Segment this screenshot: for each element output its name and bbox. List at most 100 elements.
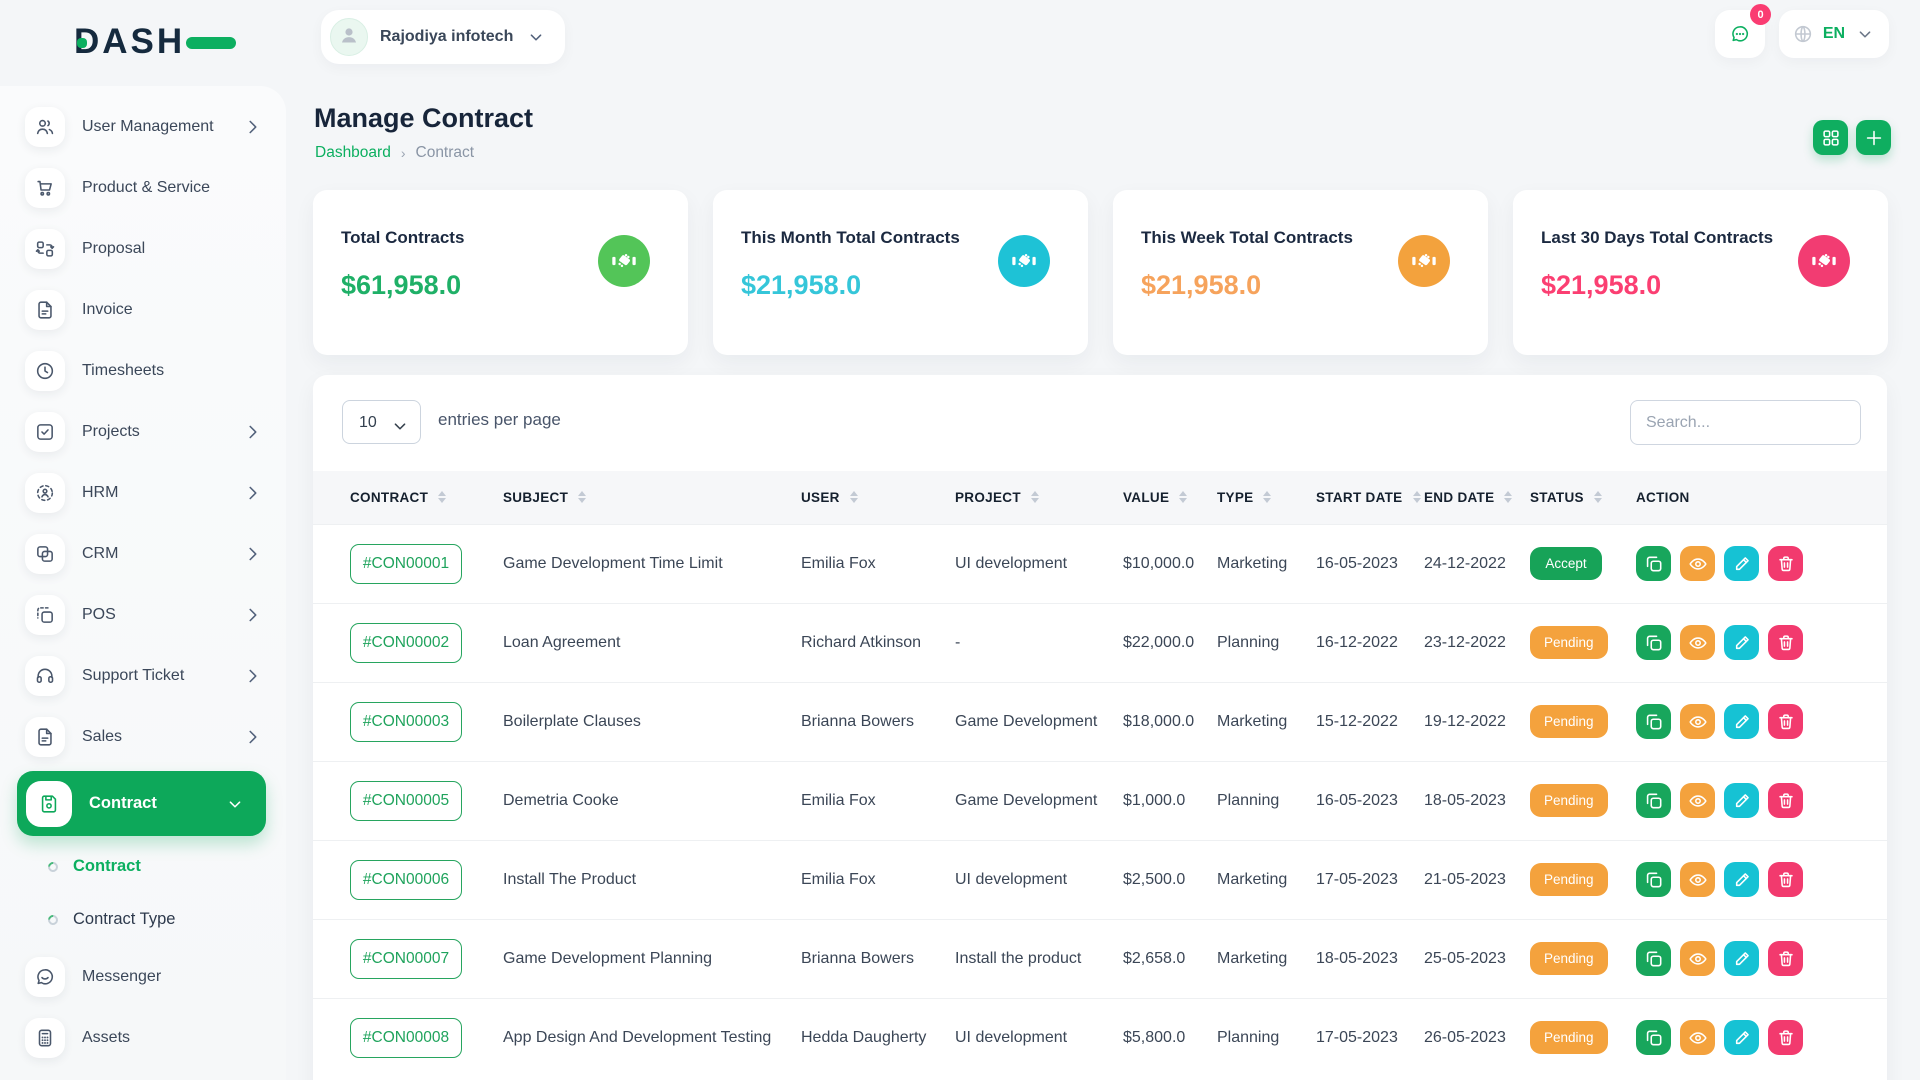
trash-action-button[interactable] xyxy=(1768,1020,1803,1055)
copy-action-button[interactable] xyxy=(1636,783,1671,818)
grid-view-button[interactable] xyxy=(1813,120,1848,155)
eye-action-button[interactable] xyxy=(1680,941,1715,976)
cell-start-date: 16-12-2022 xyxy=(1316,603,1424,682)
copy-action-button[interactable] xyxy=(1636,546,1671,581)
cell-end-date: 19-12-2022 xyxy=(1424,682,1530,761)
cell-type: Marketing xyxy=(1217,524,1316,603)
pencil-action-button[interactable] xyxy=(1724,704,1759,739)
sidebar-item-pos[interactable]: POS xyxy=(0,584,286,645)
column-header-status[interactable]: STATUS xyxy=(1530,471,1636,524)
pencil-action-button[interactable] xyxy=(1724,546,1759,581)
breadcrumb-dashboard-link[interactable]: Dashboard xyxy=(315,144,391,162)
sidebar-item-label: Proposal xyxy=(82,240,264,258)
chat-button[interactable]: 0 xyxy=(1715,10,1765,58)
bullet-icon xyxy=(46,912,60,926)
search-input[interactable] xyxy=(1630,400,1861,445)
table-row: #CON00001 Game Development Time Limit Em… xyxy=(313,524,1887,603)
pencil-action-button[interactable] xyxy=(1724,1020,1759,1055)
contract-code-chip[interactable]: #CON00007 xyxy=(350,939,462,979)
trash-action-button[interactable] xyxy=(1768,941,1803,976)
contract-code-chip[interactable]: #CON00006 xyxy=(350,860,462,900)
trash-action-button[interactable] xyxy=(1768,704,1803,739)
column-header-start-date[interactable]: START DATE xyxy=(1316,471,1424,524)
pencil-action-button[interactable] xyxy=(1724,941,1759,976)
pencil-action-button[interactable] xyxy=(1724,625,1759,660)
pencil-action-button[interactable] xyxy=(1724,862,1759,897)
cell-subject: Game Development Time Limit xyxy=(503,524,801,603)
copy-action-button[interactable] xyxy=(1636,941,1671,976)
pencil-action-button[interactable] xyxy=(1724,783,1759,818)
column-header-contract[interactable]: CONTRACT xyxy=(313,471,503,524)
chevron-down-icon xyxy=(1854,23,1876,45)
sidebar-subitem-contract[interactable]: Contract xyxy=(0,840,286,893)
eye-action-button[interactable] xyxy=(1680,546,1715,581)
sidebar-item-label: Timesheets xyxy=(82,362,264,380)
copy-squares-icon xyxy=(34,543,56,565)
sidebar-item-invoice[interactable]: Invoice xyxy=(0,279,286,340)
column-header-action: ACTION xyxy=(1636,471,1887,524)
language-selector[interactable]: EN xyxy=(1779,10,1889,58)
contract-code-chip[interactable]: #CON00002 xyxy=(350,623,462,663)
save-icon xyxy=(38,793,60,815)
sort-arrows-icon xyxy=(1413,491,1421,503)
sidebar-item-messenger[interactable]: Messenger xyxy=(0,946,286,1007)
contract-code-chip[interactable]: #CON00005 xyxy=(350,781,462,821)
chat-badge: 0 xyxy=(1750,4,1771,25)
column-header-subject[interactable]: SUBJECT xyxy=(503,471,801,524)
cell-subject: App Design And Development Testing xyxy=(503,998,801,1077)
calculator-icon xyxy=(34,1027,56,1049)
cell-value: $10,000.0 xyxy=(1123,524,1217,603)
sidebar-subitem-contract-type[interactable]: Contract Type xyxy=(0,893,286,946)
copy-action-button[interactable] xyxy=(1636,704,1671,739)
contract-code-chip[interactable]: #CON00003 xyxy=(350,702,462,742)
cell-user: Hedda Daugherty xyxy=(801,998,955,1077)
column-header-end-date[interactable]: END DATE xyxy=(1424,471,1530,524)
company-selector[interactable]: Rajodiya infotech xyxy=(321,10,565,64)
sidebar-item-sales[interactable]: Sales xyxy=(0,706,286,767)
app-logo[interactable]: DASH xyxy=(74,22,224,64)
table-row: #CON00007 Game Development Planning Bria… xyxy=(313,919,1887,998)
sidebar-item-hrm[interactable]: HRM xyxy=(0,462,286,523)
entries-per-page-select[interactable]: 10 xyxy=(342,400,421,444)
sidebar-item-projects[interactable]: Projects xyxy=(0,401,286,462)
sidebar-item-contract[interactable]: Contract xyxy=(17,771,266,836)
entries-per-page-label: entries per page xyxy=(438,410,561,430)
scan-user-icon xyxy=(34,482,56,504)
trash-action-button[interactable] xyxy=(1768,625,1803,660)
copy-action-button[interactable] xyxy=(1636,862,1671,897)
sort-arrows-icon xyxy=(578,491,586,503)
column-header-type[interactable]: TYPE xyxy=(1217,471,1316,524)
trash-action-button[interactable] xyxy=(1768,783,1803,818)
column-header-user[interactable]: USER xyxy=(801,471,955,524)
sidebar-item-crm[interactable]: CRM xyxy=(0,523,286,584)
eye-action-button[interactable] xyxy=(1680,704,1715,739)
trash-action-button[interactable] xyxy=(1768,862,1803,897)
sidebar-item-proposal[interactable]: Proposal xyxy=(0,218,286,279)
sidebar-item-assets[interactable]: Assets xyxy=(0,1007,286,1068)
copy-action-button[interactable] xyxy=(1636,1020,1671,1055)
copy-action-button[interactable] xyxy=(1636,625,1671,660)
contract-code-chip[interactable]: #CON00008 xyxy=(350,1018,462,1058)
column-header-value[interactable]: VALUE xyxy=(1123,471,1217,524)
sidebar-item-timesheets[interactable]: Timesheets xyxy=(0,340,286,401)
contract-code-chip[interactable]: #CON00001 xyxy=(350,544,462,584)
chevron-right-icon xyxy=(242,482,264,504)
sidebar-item-user-management[interactable]: User Management xyxy=(0,96,286,157)
eye-action-button[interactable] xyxy=(1680,862,1715,897)
chevron-right-icon xyxy=(242,726,264,748)
column-header-project[interactable]: PROJECT xyxy=(955,471,1123,524)
sidebar-item-product-service[interactable]: Product & Service xyxy=(0,157,286,218)
sidebar-item-support-ticket[interactable]: Support Ticket xyxy=(0,645,286,706)
eye-action-button[interactable] xyxy=(1680,783,1715,818)
status-badge: Accept xyxy=(1530,547,1602,580)
trash-action-button[interactable] xyxy=(1768,546,1803,581)
handshake-icon xyxy=(998,235,1050,287)
cell-end-date: 25-05-2023 xyxy=(1424,919,1530,998)
add-contract-button[interactable] xyxy=(1856,120,1891,155)
status-badge: Pending xyxy=(1530,784,1608,817)
cell-user: Brianna Bowers xyxy=(801,919,955,998)
eye-action-button[interactable] xyxy=(1680,625,1715,660)
eye-action-button[interactable] xyxy=(1680,1020,1715,1055)
chevron-down-icon xyxy=(224,793,246,815)
cell-end-date: 26-05-2023 xyxy=(1424,998,1530,1077)
